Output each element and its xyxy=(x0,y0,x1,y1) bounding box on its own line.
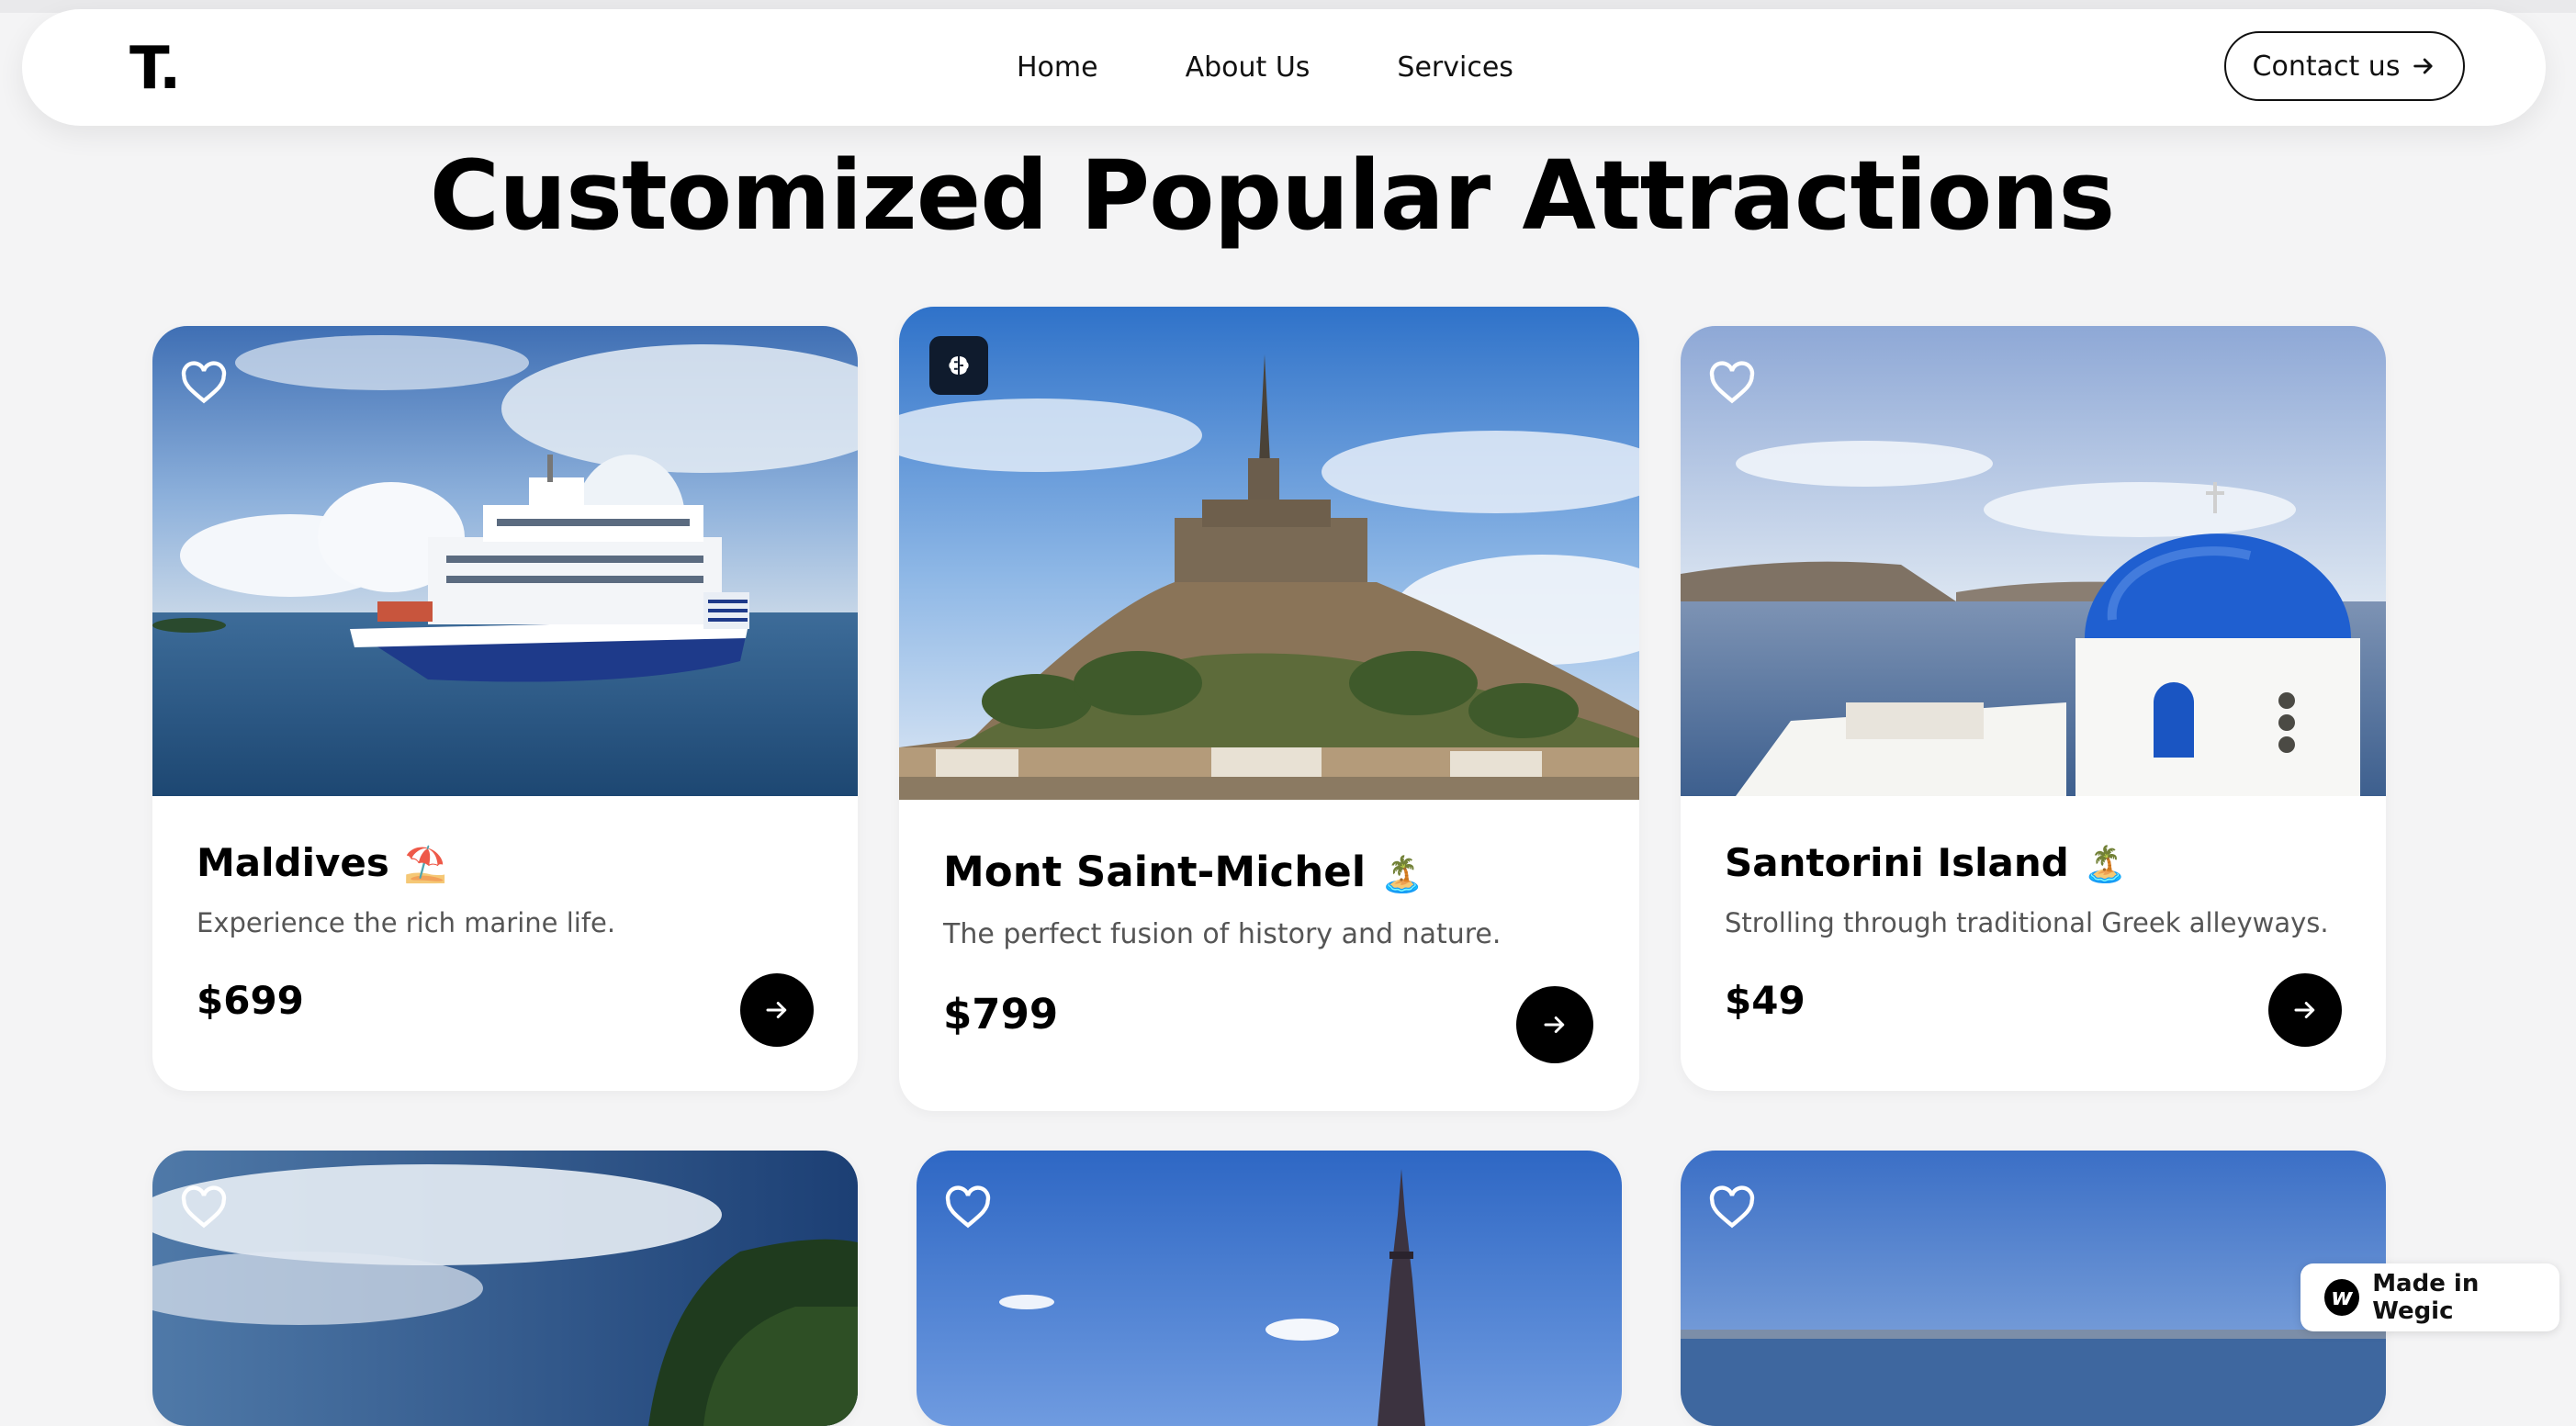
card-title: Mont Saint-Michel 🏝️ xyxy=(943,848,1424,896)
card-title: Maldives ⛱️ xyxy=(197,840,447,885)
card-title-text: Maldives xyxy=(197,840,389,885)
badge-brain-icon[interactable] xyxy=(929,336,988,395)
card-arrow-button[interactable] xyxy=(740,973,814,1047)
card-title: Santorini Island 🏝️ xyxy=(1725,840,2127,885)
mont-saint-michel-scene xyxy=(899,307,1639,800)
favorite-heart-icon[interactable] xyxy=(1708,1185,1756,1230)
beach-umbrella-emoji: ⛱️ xyxy=(403,844,448,884)
card-description: The perfect fusion of history and nature… xyxy=(943,918,1502,950)
navbar: T. Home About Us Services Contact us xyxy=(22,9,2546,126)
card-title-text: Mont Saint-Michel xyxy=(943,848,1367,896)
island-emoji: 🏝️ xyxy=(2083,844,2128,884)
favorite-heart-icon[interactable] xyxy=(944,1185,992,1230)
card-description: Strolling through traditional Greek alle… xyxy=(1725,907,2329,938)
arrow-right-icon xyxy=(2294,1002,2315,1018)
card-image-coast xyxy=(1681,1151,2386,1426)
ferry-scene xyxy=(152,326,858,796)
card-title-text: Santorini Island xyxy=(1725,840,2069,885)
card-price: $49 xyxy=(1725,978,1805,1023)
attraction-card-santorini[interactable]: Santorini Island 🏝️ Strolling through tra… xyxy=(1681,326,2386,1091)
attraction-card-tropical[interactable] xyxy=(152,1151,858,1426)
made-in-wegic-badge[interactable]: w Made in Wegic xyxy=(2300,1263,2559,1331)
nav-link-home[interactable]: Home xyxy=(1017,51,1098,84)
card-arrow-button[interactable] xyxy=(1516,986,1593,1063)
card-price: $799 xyxy=(943,990,1059,1039)
attraction-card-coast[interactable] xyxy=(1681,1151,2386,1426)
card-image-santorini xyxy=(1681,326,2386,796)
nav-links: Home About Us Services xyxy=(1017,9,1601,126)
nav-link-about-us[interactable]: About Us xyxy=(1186,51,1310,84)
made-in-wegic-label: Made in Wegic xyxy=(2372,1270,2480,1325)
arrow-right-icon xyxy=(2413,58,2434,74)
card-price: $699 xyxy=(197,978,304,1023)
brain-icon xyxy=(949,356,969,375)
coast-scene xyxy=(1681,1151,2386,1426)
contact-us-label: Contact us xyxy=(2252,50,2401,83)
eiffel-tower-scene xyxy=(917,1151,1622,1426)
santorini-scene xyxy=(1681,326,2386,796)
attraction-card-paris[interactable] xyxy=(917,1151,1622,1426)
favorite-heart-icon[interactable] xyxy=(1708,361,1756,405)
arrow-right-icon xyxy=(1544,1016,1565,1033)
card-description: Experience the rich marine life. xyxy=(197,907,616,938)
card-image-eiffel-tower xyxy=(917,1151,1622,1426)
section-heading: Customized Popular Attractions xyxy=(429,140,2115,252)
card-image-tropical xyxy=(152,1151,858,1426)
wegic-logo-icon: w xyxy=(2324,1279,2360,1316)
nav-link-services[interactable]: Services xyxy=(1397,51,1513,84)
site-logo[interactable]: T. xyxy=(129,35,181,103)
contact-us-button[interactable]: Contact us xyxy=(2224,31,2465,101)
card-arrow-button[interactable] xyxy=(2268,973,2342,1047)
island-emoji: 🏝️ xyxy=(1380,854,1424,894)
attraction-card-maldives[interactable]: Maldives ⛱️ Experience the rich marine li… xyxy=(152,326,858,1091)
favorite-heart-icon[interactable] xyxy=(180,1185,228,1230)
arrow-right-icon xyxy=(766,1002,787,1018)
card-image-ferry xyxy=(152,326,858,796)
attraction-card-mont-saint-michel[interactable]: Mont Saint-Michel 🏝️ The perfect fusion o… xyxy=(899,307,1639,1111)
tropical-scene xyxy=(152,1151,858,1426)
favorite-heart-icon[interactable] xyxy=(180,361,228,405)
card-image-mont-saint-michel xyxy=(899,307,1639,800)
